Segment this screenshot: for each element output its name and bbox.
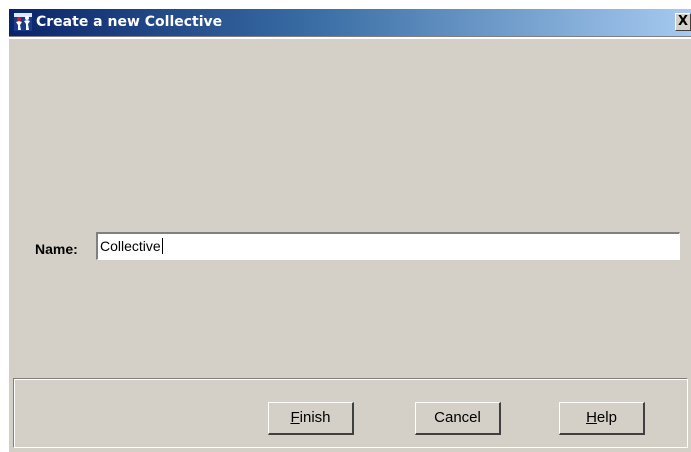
people-figure-icon	[14, 13, 32, 31]
cancel-button[interactable]: Cancel	[415, 402, 501, 435]
finish-mnemonic: F	[290, 409, 300, 426]
help-button[interactable]: Help	[559, 402, 645, 435]
text-caret	[161, 238, 163, 254]
dialog-window: Create a new Collective X Name: Collecti…	[8, 8, 691, 452]
cancel-label: Cancel	[434, 409, 481, 426]
finish-button[interactable]: Finish	[268, 402, 354, 435]
dialog-title: Create a new Collective	[36, 14, 223, 30]
finish-label-rest: inish	[299, 409, 331, 426]
help-label-rest: elp	[596, 409, 617, 426]
close-button[interactable]: X	[675, 13, 691, 31]
help-mnemonic: H	[586, 409, 597, 426]
title-separator	[9, 36, 691, 39]
name-label: Name:	[35, 241, 78, 257]
name-input[interactable]: Collective	[96, 232, 680, 260]
title-bar[interactable]: Create a new Collective X	[9, 9, 691, 36]
name-input-value: Collective	[100, 238, 161, 254]
